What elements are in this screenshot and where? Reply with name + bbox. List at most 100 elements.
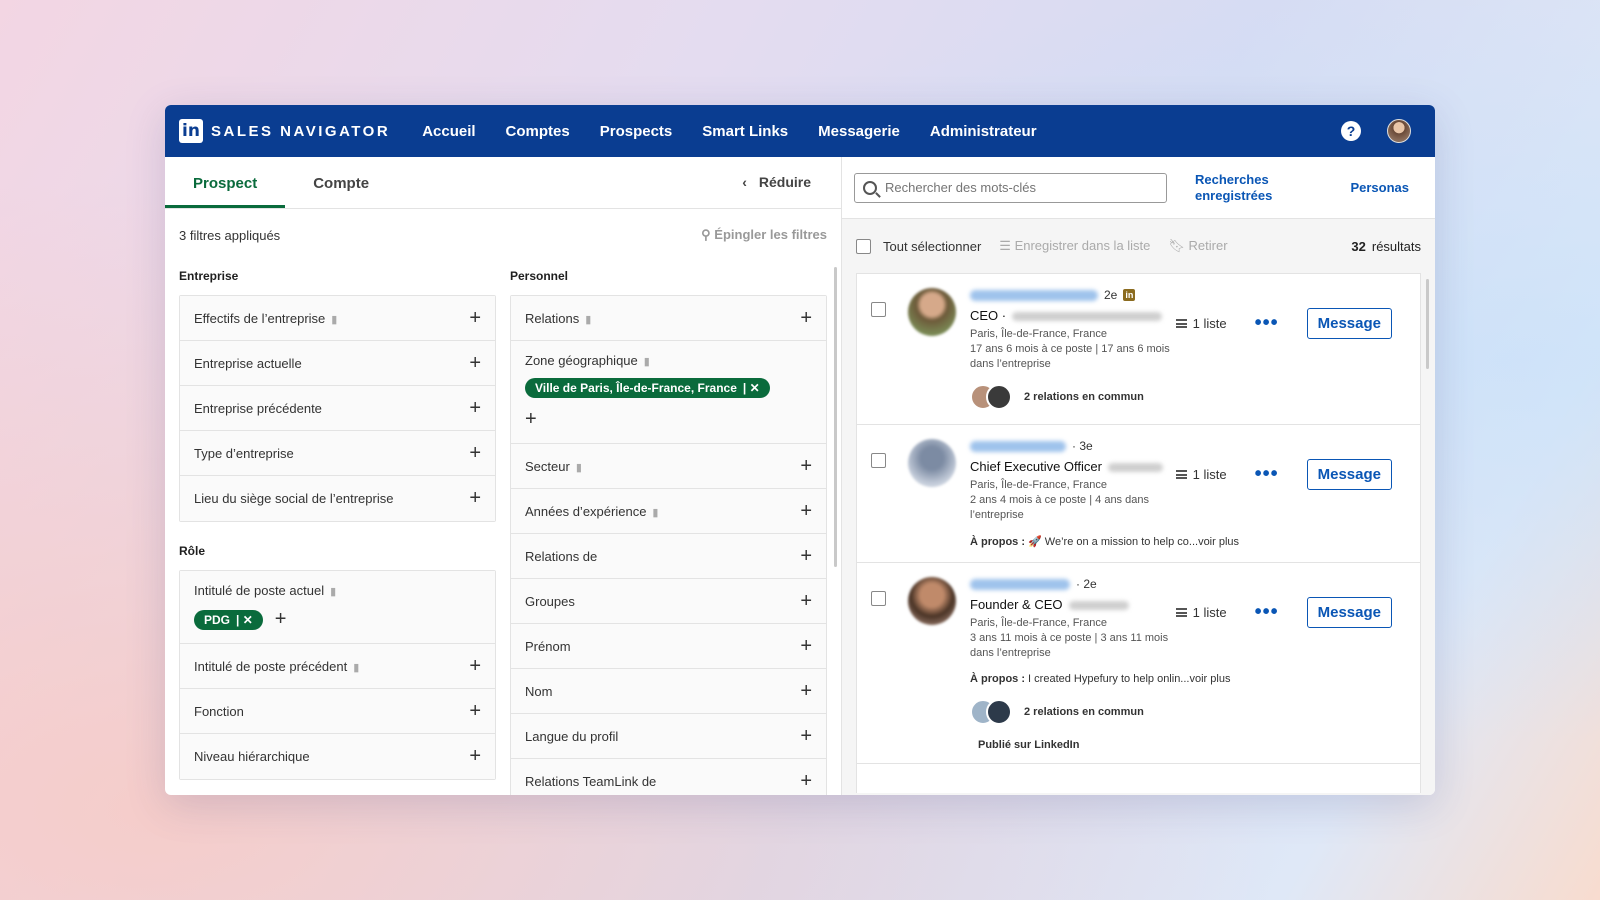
results-label: résultats	[1371, 238, 1421, 254]
row-checkbox[interactable]	[871, 453, 886, 468]
plus-icon[interactable]: +	[469, 307, 481, 330]
pin-icon[interactable]: ▮	[331, 314, 337, 326]
avatar[interactable]	[908, 577, 956, 625]
chip-ville-de-paris[interactable]: Ville de Paris, Île-de-France, France | ✕	[525, 378, 770, 398]
filter-relations-de[interactable]: Relations de +	[511, 534, 826, 579]
filter-groupes[interactable]: Groupes +	[511, 579, 826, 624]
message-button[interactable]: Message	[1306, 308, 1392, 339]
plus-icon[interactable]: +	[800, 770, 812, 793]
plus-icon[interactable]: +	[469, 487, 481, 510]
filter-prenom[interactable]: Prénom +	[511, 624, 826, 669]
message-button[interactable]: Message	[1306, 459, 1392, 490]
personas-link[interactable]: Personas	[1350, 180, 1409, 195]
plus-icon[interactable]: +	[800, 545, 812, 568]
filter-niveau-hierarchique[interactable]: Niveau hiérarchique +	[180, 734, 495, 779]
help-icon[interactable]: ?	[1341, 121, 1361, 141]
tab-prospect[interactable]: Prospect	[165, 175, 286, 208]
more-options-icon[interactable]: •••	[1255, 312, 1279, 335]
reduce-button[interactable]: ‹ Réduire	[742, 174, 811, 190]
plus-icon[interactable]: +	[800, 455, 812, 478]
pin-icon[interactable]: ▮	[330, 586, 336, 598]
lead-name-blurred[interactable]	[970, 440, 1066, 452]
nav-administrateur[interactable]: Administrateur	[930, 123, 1037, 140]
about-text[interactable]: 🚀 We’re on a mission to help co...voir p…	[1025, 536, 1239, 548]
lead-name-blurred[interactable]	[970, 289, 1098, 301]
results-scrollbar[interactable]	[1426, 279, 1429, 369]
pin-filters-button[interactable]: ⚲ Épingler les filtres	[701, 227, 827, 243]
filter-nom[interactable]: Nom +	[511, 669, 826, 714]
keyword-search[interactable]	[854, 172, 1167, 203]
filter-type-entreprise[interactable]: Type d’entreprise +	[180, 431, 495, 476]
save-to-list-button[interactable]: ☰ Enregistrer dans la liste	[999, 238, 1150, 254]
saved-searches-link[interactable]: Recherches enregistrées	[1195, 172, 1285, 204]
plus-icon[interactable]: +	[469, 397, 481, 420]
pin-icon[interactable]: ▮	[576, 462, 582, 474]
pin-icon[interactable]: ▮	[353, 662, 359, 674]
company-blurred[interactable]	[1068, 601, 1129, 611]
pin-icon[interactable]: ▮	[644, 356, 650, 368]
plus-icon[interactable]: +	[800, 635, 812, 658]
company-blurred[interactable]	[1012, 312, 1163, 322]
select-all-checkbox[interactable]	[856, 238, 871, 254]
list-count[interactable]: 1 liste	[1175, 605, 1227, 620]
plus-icon[interactable]: +	[275, 608, 287, 631]
pin-icon[interactable]: ▮	[652, 507, 658, 519]
filter-siege-social[interactable]: Lieu du siège social de l’entreprise +	[180, 476, 495, 521]
plus-icon[interactable]: +	[800, 680, 812, 703]
plus-icon[interactable]: +	[800, 307, 812, 330]
tab-compte[interactable]: Compte	[285, 175, 397, 208]
filter-effectifs[interactable]: Effectifs de l’entreprise ▮ +	[180, 296, 495, 341]
plus-icon[interactable]: +	[525, 408, 537, 431]
mutual-connections[interactable]: 2 relations en commun	[1024, 706, 1144, 718]
plus-icon[interactable]: +	[469, 352, 481, 375]
filter-relations[interactable]: Relations ▮ +	[511, 296, 826, 341]
message-button[interactable]: Message	[1306, 597, 1392, 628]
filter-secteur[interactable]: Secteur ▮ +	[511, 444, 826, 489]
filter-poste-actuel[interactable]: Intitulé de poste actuel ▮ PDG | ✕ +	[180, 571, 495, 644]
nav-accueil[interactable]: Accueil	[422, 123, 475, 140]
list-count[interactable]: 1 liste	[1175, 467, 1227, 482]
filter-fonction[interactable]: Fonction +	[180, 689, 495, 734]
row-checkbox[interactable]	[871, 591, 886, 606]
company-blurred[interactable]	[1107, 463, 1163, 473]
filter-annees-experience[interactable]: Années d’expérience ▮ +	[511, 489, 826, 534]
filter-poste-precedent[interactable]: Intitulé de poste précédent ▮ +	[180, 644, 495, 689]
row-checkbox[interactable]	[871, 302, 886, 317]
about-text[interactable]: I created Hypefury to help onlin...voir …	[1025, 673, 1230, 685]
chip-pdg[interactable]: PDG | ✕	[194, 609, 263, 630]
plus-icon[interactable]: +	[800, 500, 812, 523]
plus-icon[interactable]: +	[469, 655, 481, 678]
lead-name-blurred[interactable]	[970, 578, 1070, 590]
nav-prospects[interactable]: Prospects	[600, 123, 673, 140]
remove-button[interactable]: 🔖︎ Retirer	[1168, 238, 1227, 254]
list-count[interactable]: 1 liste	[1175, 316, 1227, 331]
filter-entreprise-actuelle[interactable]: Entreprise actuelle +	[180, 341, 495, 386]
select-all-label[interactable]: Tout sélectionner	[883, 239, 981, 254]
close-icon[interactable]: | ✕	[743, 381, 760, 395]
lead-title: Chief Executive Officer	[970, 459, 1102, 474]
more-options-icon[interactable]: •••	[1255, 463, 1279, 486]
plus-icon[interactable]: +	[800, 725, 812, 748]
plus-icon[interactable]: +	[469, 442, 481, 465]
user-avatar[interactable]	[1387, 119, 1411, 143]
avatar[interactable]	[908, 439, 956, 487]
nav-smart-links[interactable]: Smart Links	[702, 123, 788, 140]
logo[interactable]: in SALES NAVIGATOR	[179, 119, 390, 143]
close-icon[interactable]: | ✕	[236, 613, 253, 627]
avatar[interactable]	[908, 288, 956, 336]
filters-scrollbar[interactable]	[834, 267, 837, 567]
more-options-icon[interactable]: •••	[1255, 601, 1279, 624]
nav-comptes[interactable]: Comptes	[506, 123, 570, 140]
filter-entreprise-precedente[interactable]: Entreprise précédente +	[180, 386, 495, 431]
filter-relations-teamlink[interactable]: Relations TeamLink de +	[511, 759, 826, 795]
filter-zone-geographique[interactable]: Zone géographique ▮ Ville de Paris, Île-d…	[511, 341, 826, 444]
nav-messagerie[interactable]: Messagerie	[818, 123, 900, 140]
reduce-label: Réduire	[758, 174, 811, 190]
plus-icon[interactable]: +	[800, 590, 812, 613]
pin-icon[interactable]: ▮	[585, 314, 591, 326]
mutual-connections[interactable]: 2 relations en commun	[1024, 391, 1144, 403]
plus-icon[interactable]: +	[469, 700, 481, 723]
plus-icon[interactable]: +	[469, 745, 481, 768]
search-input[interactable]	[885, 180, 1158, 195]
filter-langue-profil[interactable]: Langue du profil +	[511, 714, 826, 759]
